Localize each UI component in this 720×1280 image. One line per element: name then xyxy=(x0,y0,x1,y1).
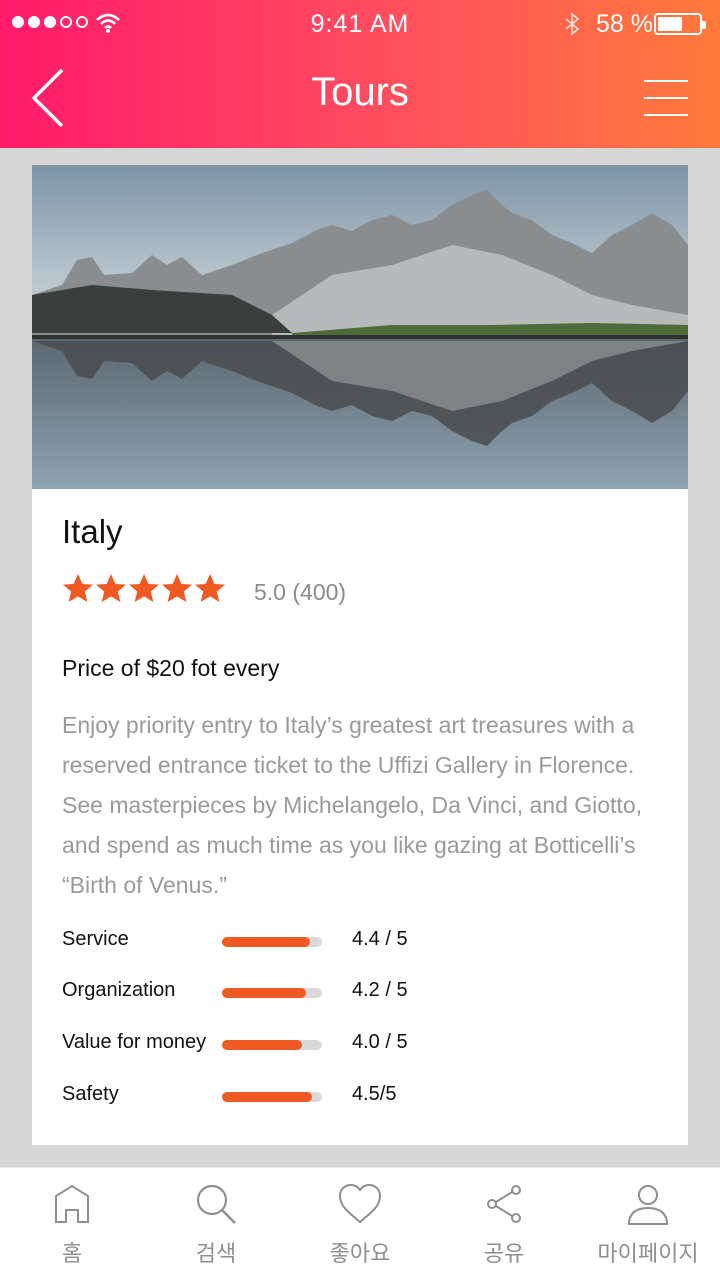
metric-label: Value for money xyxy=(62,1031,207,1053)
metric-bar xyxy=(222,1040,322,1050)
tab-label: 검색 xyxy=(195,1242,237,1267)
metric-label: Service xyxy=(62,928,129,950)
tab-label: 마이페이지 xyxy=(597,1242,699,1267)
tab-label: 좋아요 xyxy=(329,1242,391,1267)
tab-share[interactable]: 공유 xyxy=(432,1168,576,1280)
metric-label: Safety xyxy=(62,1083,119,1105)
star-icon xyxy=(96,574,126,602)
heart-icon xyxy=(338,1183,382,1224)
metric-score: 4.4 / 5 xyxy=(352,928,408,950)
bluetooth-icon xyxy=(565,12,580,36)
tour-description: Enjoy priority entry to Italy’s greatest… xyxy=(62,712,642,898)
share-icon xyxy=(487,1185,521,1223)
star-icon xyxy=(129,574,159,602)
tour-hero-image xyxy=(32,165,688,489)
tour-card: Italy 5.0 (400) Price of $20 fot every E… xyxy=(32,165,688,1145)
user-icon xyxy=(627,1185,669,1225)
metric-safety: Safety 4.5/5 xyxy=(62,1083,662,1113)
page-title: Tours xyxy=(311,70,409,114)
metric-value-for-money: Value for money 4.0 / 5 xyxy=(62,1031,662,1061)
tab-search[interactable]: 검색 xyxy=(144,1168,288,1280)
nav-bar: Tours xyxy=(0,48,720,148)
bottom-tab-bar: 홈 검색 좋아요 공유 마이페이지 xyxy=(0,1167,720,1280)
tab-likes[interactable]: 좋아요 xyxy=(288,1168,432,1280)
star-icon xyxy=(195,574,225,602)
metric-score: 4.2 / 5 xyxy=(352,979,408,1001)
metric-bar xyxy=(222,1092,322,1102)
metric-score: 4.5/5 xyxy=(352,1083,397,1105)
star-icon xyxy=(63,574,93,602)
star-icon xyxy=(162,574,192,602)
metric-score: 4.0 / 5 xyxy=(352,1031,408,1053)
tab-home[interactable]: 홈 xyxy=(0,1168,144,1280)
metric-bar xyxy=(222,937,322,947)
tour-price: Price of $20 fot every xyxy=(62,655,280,681)
metric-organization: Organization 4.2 / 5 xyxy=(62,979,662,1009)
battery-icon xyxy=(654,13,706,35)
tab-label: 홈 xyxy=(61,1242,83,1267)
tab-my-page[interactable]: 마이페이지 xyxy=(576,1168,720,1280)
metric-service: Service 4.4 / 5 xyxy=(62,928,662,958)
app-header: 9:41 AM 58 % Tours xyxy=(0,0,720,148)
star-rating xyxy=(62,573,226,605)
rating-summary: 5.0 (400) xyxy=(254,579,347,605)
metric-bar xyxy=(222,988,322,998)
search-icon xyxy=(196,1184,236,1224)
battery-percentage: 58 % xyxy=(596,10,653,38)
metric-label: Organization xyxy=(62,979,176,1001)
home-icon xyxy=(55,1184,89,1223)
tour-title: Italy xyxy=(62,513,123,550)
tab-label: 공유 xyxy=(483,1242,525,1267)
status-bar: 9:41 AM 58 % xyxy=(0,0,720,48)
menu-button[interactable] xyxy=(644,80,688,116)
